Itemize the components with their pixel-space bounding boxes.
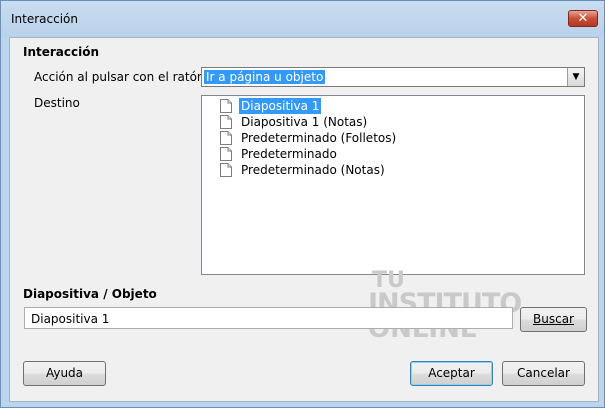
dropdown-arrow-button[interactable]: ▼ (567, 68, 584, 86)
destino-label: Destino (34, 96, 80, 110)
help-button-label: Ayuda (45, 366, 84, 380)
destination-list[interactable]: Diapositiva 1 Diapositiva 1 (Notas) Predet… (201, 95, 585, 275)
cancel-button-label: Cancelar (517, 366, 570, 380)
document-icon (220, 147, 232, 161)
list-item[interactable]: Predeterminado (220, 146, 339, 162)
list-item[interactable]: Predeterminado (Folletos) (220, 130, 398, 146)
help-button[interactable]: Ayuda (23, 361, 106, 386)
list-item-label: Diapositiva 1 (Notas) (241, 115, 368, 129)
accept-button-label: Aceptar (428, 366, 475, 380)
section-heading-slide-object: Diapositiva / Objeto (23, 287, 157, 301)
action-dropdown-value: Ir a página u objeto (204, 70, 326, 84)
list-item[interactable]: Predeterminado (Notas) (220, 162, 387, 178)
accept-button[interactable]: Aceptar (410, 361, 493, 386)
document-icon (220, 99, 232, 113)
window-title: Interacción (11, 12, 78, 26)
action-dropdown[interactable]: Ir a página u objeto ▼ (201, 67, 585, 87)
document-icon (220, 115, 232, 129)
search-button-label: Buscar (533, 312, 574, 326)
action-label: Acción al pulsar con el ratón: (34, 70, 209, 84)
document-icon (220, 163, 232, 177)
section-heading-interaction: Interacción (23, 45, 100, 59)
close-button[interactable]: ✕ (568, 10, 598, 27)
slide-object-field[interactable]: Diapositiva 1 (24, 307, 513, 329)
list-item[interactable]: Diapositiva 1 (220, 98, 322, 114)
chevron-down-icon: ▼ (572, 72, 580, 82)
list-item-label: Predeterminado (Folletos) (241, 131, 397, 145)
list-item[interactable]: Diapositiva 1 (Notas) (220, 114, 369, 130)
document-icon (220, 131, 232, 145)
cancel-button[interactable]: Cancelar (502, 361, 585, 386)
interaction-dialog: Interacción ✕ Interacción Acción al puls… (0, 0, 605, 408)
list-item-label: Diapositiva 1 (239, 98, 322, 114)
dialog-body: Interacción Acción al pulsar con el rató… (9, 37, 599, 402)
title-bar[interactable]: Interacción ✕ (1, 1, 604, 37)
search-button[interactable]: Buscar (520, 307, 587, 332)
list-item-label: Predeterminado (241, 147, 337, 161)
slide-object-value: Diapositiva 1 (31, 312, 110, 326)
close-icon: ✕ (577, 11, 589, 26)
list-item-label: Predeterminado (Notas) (241, 163, 385, 177)
